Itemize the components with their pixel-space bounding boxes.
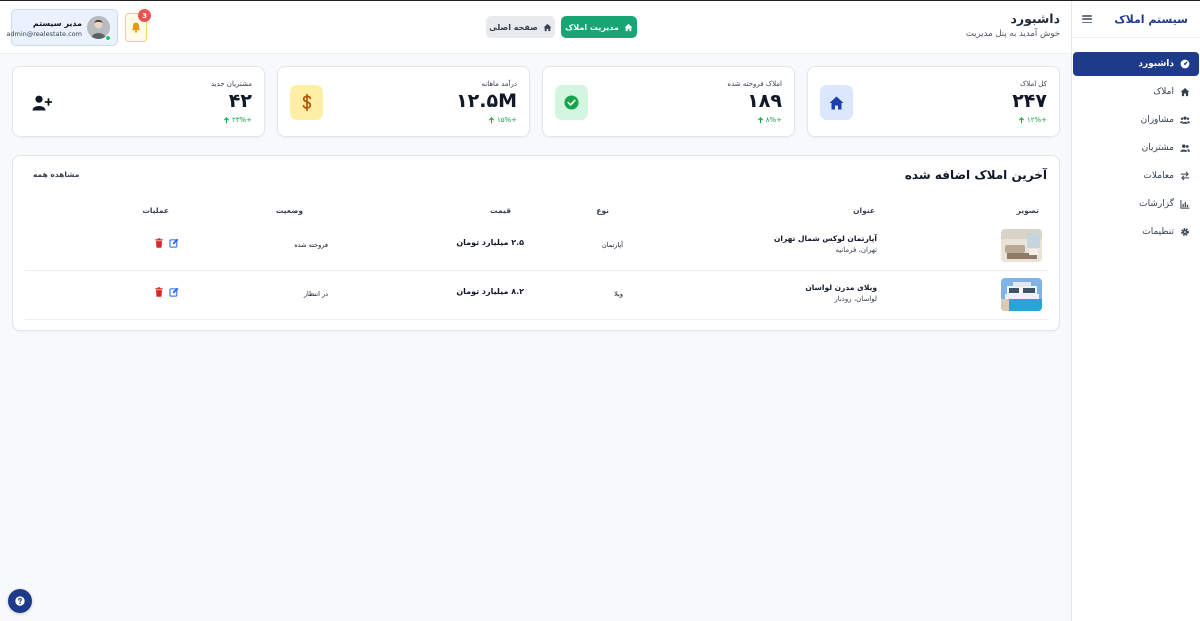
home-button-label: صفحه اصلی bbox=[489, 22, 538, 32]
gear-icon bbox=[1181, 228, 1189, 236]
arrow-up-icon bbox=[757, 116, 763, 123]
home-icon bbox=[543, 23, 552, 31]
stat-change: ۱۵%+ bbox=[488, 116, 517, 124]
property-type: ویلا bbox=[614, 290, 623, 298]
stat-label: درآمد ماهانه bbox=[481, 80, 518, 88]
stat-icon-box bbox=[555, 85, 588, 120]
sidebar-item-label: گزارشات bbox=[1139, 199, 1174, 209]
users-icon bbox=[1180, 116, 1190, 124]
online-status-dot bbox=[105, 35, 111, 41]
sidebar-item-label: تنظیمات bbox=[1142, 227, 1174, 237]
recent-properties-card: آخرین املاک اضافه شده مشاهده همه تصویر ع… bbox=[12, 155, 1060, 331]
customers-icon bbox=[1180, 144, 1190, 152]
user-email: admin@realestate.com bbox=[6, 30, 82, 38]
sidebar-item-label: معاملات bbox=[1143, 171, 1174, 181]
exchange-icon bbox=[1180, 171, 1190, 181]
dollar-icon bbox=[302, 94, 311, 111]
notification-count-badge: 3 bbox=[138, 9, 151, 22]
page-title: داشبورد bbox=[1010, 11, 1060, 26]
sidebar-item-agents[interactable]: مشاوران bbox=[1073, 108, 1199, 132]
edit-icon[interactable] bbox=[169, 287, 179, 297]
property-location: تهران، فرمانیه bbox=[835, 246, 877, 254]
column-header-image: تصویر bbox=[1016, 206, 1039, 215]
sidebar-item-label: مشتریان bbox=[1141, 143, 1174, 153]
edit-icon[interactable] bbox=[169, 238, 179, 248]
home-page-button[interactable]: صفحه اصلی bbox=[486, 16, 555, 38]
stat-icon-box bbox=[25, 85, 58, 120]
property-price: ۸.۲ میلیارد تومان bbox=[456, 287, 524, 296]
delete-icon[interactable] bbox=[154, 238, 164, 248]
page-title-block: داشبورد خوش آمدید به پنل مدیریت bbox=[966, 11, 1060, 39]
stat-card-total-properties: کل املاک ۲۴۷ ۱۲%+ bbox=[807, 66, 1060, 137]
arrow-up-icon bbox=[488, 116, 495, 123]
menu-toggle-icon[interactable] bbox=[1082, 15, 1092, 23]
page-subtitle: خوش آمدید به پنل مدیریت bbox=[965, 29, 1060, 39]
stat-card-sold-properties: املاک فروخته شده ۱۸۹ ۸%+ bbox=[542, 66, 795, 137]
sidebar-item-transactions[interactable]: معاملات bbox=[1073, 164, 1199, 188]
manage-properties-button[interactable]: مدیریت املاک bbox=[561, 16, 637, 38]
property-price: ۲.۵ میلیارد تومان bbox=[456, 238, 524, 247]
stat-value: ۱۲.۵M bbox=[456, 90, 517, 112]
arrow-up-icon bbox=[1018, 116, 1025, 123]
dashboard-icon bbox=[1180, 59, 1190, 69]
sidebar-item-label: داشبورد bbox=[1138, 59, 1174, 69]
property-location: لواسان، رودبار bbox=[834, 295, 877, 303]
stat-change: ۲۳%+ bbox=[223, 116, 252, 124]
stat-value: ۴۲ bbox=[228, 90, 252, 112]
sidebar-nav: داشبورد املاک مشاوران مشتریان معاملات گز… bbox=[1072, 52, 1200, 248]
status-badge: در انتظار bbox=[303, 290, 328, 298]
section-title: آخرین املاک اضافه شده bbox=[904, 168, 1047, 182]
sidebar-item-settings[interactable]: تنظیمات bbox=[1073, 220, 1199, 244]
sidebar-item-dashboard[interactable]: داشبورد bbox=[1073, 52, 1199, 76]
column-header-type: نوع bbox=[596, 206, 609, 215]
home-icon bbox=[829, 96, 844, 109]
brand-title: سیستم املاک bbox=[1114, 12, 1188, 26]
property-thumbnail[interactable] bbox=[1001, 278, 1042, 311]
stat-change: ۸%+ bbox=[757, 116, 782, 124]
chart-icon bbox=[1180, 199, 1190, 209]
column-header-status: وضعیت bbox=[275, 206, 303, 215]
property-title[interactable]: آپارتمان لوکس شمال تهران bbox=[774, 234, 877, 243]
property-thumbnail[interactable] bbox=[1001, 229, 1042, 262]
table-row: ویلای مدرن لواسان لواسان، رودبار ویلا ۸.… bbox=[25, 271, 1049, 320]
property-type: آپارتمان bbox=[601, 241, 623, 249]
home-icon bbox=[624, 23, 633, 31]
manage-button-label: مدیریت املاک bbox=[565, 22, 619, 32]
check-circle-icon bbox=[564, 95, 579, 110]
sidebar-item-customers[interactable]: مشتریان bbox=[1073, 136, 1199, 160]
sidebar-item-label: املاک bbox=[1153, 87, 1174, 97]
stat-label: کل املاک bbox=[1020, 80, 1047, 88]
delete-icon[interactable] bbox=[154, 287, 164, 297]
question-icon bbox=[15, 596, 25, 606]
user-name: مدیر سیستم bbox=[32, 19, 82, 28]
view-all-link[interactable]: مشاهده همه bbox=[33, 170, 79, 179]
sidebar-item-label: مشاوران bbox=[1140, 115, 1174, 125]
stat-card-new-customers: مشتریان جدید ۴۲ ۲۳%+ bbox=[12, 66, 265, 137]
stat-value: ۱۸۹ bbox=[747, 90, 782, 112]
help-button[interactable] bbox=[8, 589, 32, 613]
status-badge: فروخته شده bbox=[294, 241, 328, 249]
stat-icon-box bbox=[820, 85, 853, 120]
table-row: آپارتمان لوکس شمال تهران تهران، فرمانیه … bbox=[25, 222, 1049, 271]
column-header-price: قیمت bbox=[490, 206, 511, 215]
home-icon bbox=[1180, 87, 1190, 97]
sidebar: سیستم املاک داشبورد املاک مشاوران مشتریا… bbox=[1071, 1, 1200, 621]
user-profile-card[interactable]: مدیر سیستم admin@realestate.com bbox=[6, 9, 118, 46]
stat-value: ۲۴۷ bbox=[1012, 90, 1047, 112]
column-header-title: عنوان bbox=[853, 206, 875, 215]
stat-label: املاک فروخته شده bbox=[727, 80, 782, 88]
property-title[interactable]: ویلای مدرن لواسان bbox=[805, 283, 877, 292]
stat-icon-box bbox=[290, 85, 323, 120]
user-plus-icon bbox=[32, 95, 52, 110]
arrow-up-icon bbox=[223, 116, 230, 123]
bell-icon bbox=[131, 22, 141, 33]
column-header-actions: عملیات bbox=[142, 206, 169, 215]
sidebar-header: سیستم املاک bbox=[1072, 1, 1200, 38]
stat-change: ۱۲%+ bbox=[1018, 116, 1047, 124]
stat-label: مشتریان جدید bbox=[210, 80, 252, 88]
stat-card-monthly-revenue: درآمد ماهانه ۱۲.۵M ۱۵%+ bbox=[277, 66, 530, 137]
sidebar-item-reports[interactable]: گزارشات bbox=[1073, 192, 1199, 216]
top-header: داشبورد خوش آمدید به پنل مدیریت مدیریت ا… bbox=[0, 1, 1071, 54]
sidebar-item-properties[interactable]: املاک bbox=[1073, 80, 1199, 104]
